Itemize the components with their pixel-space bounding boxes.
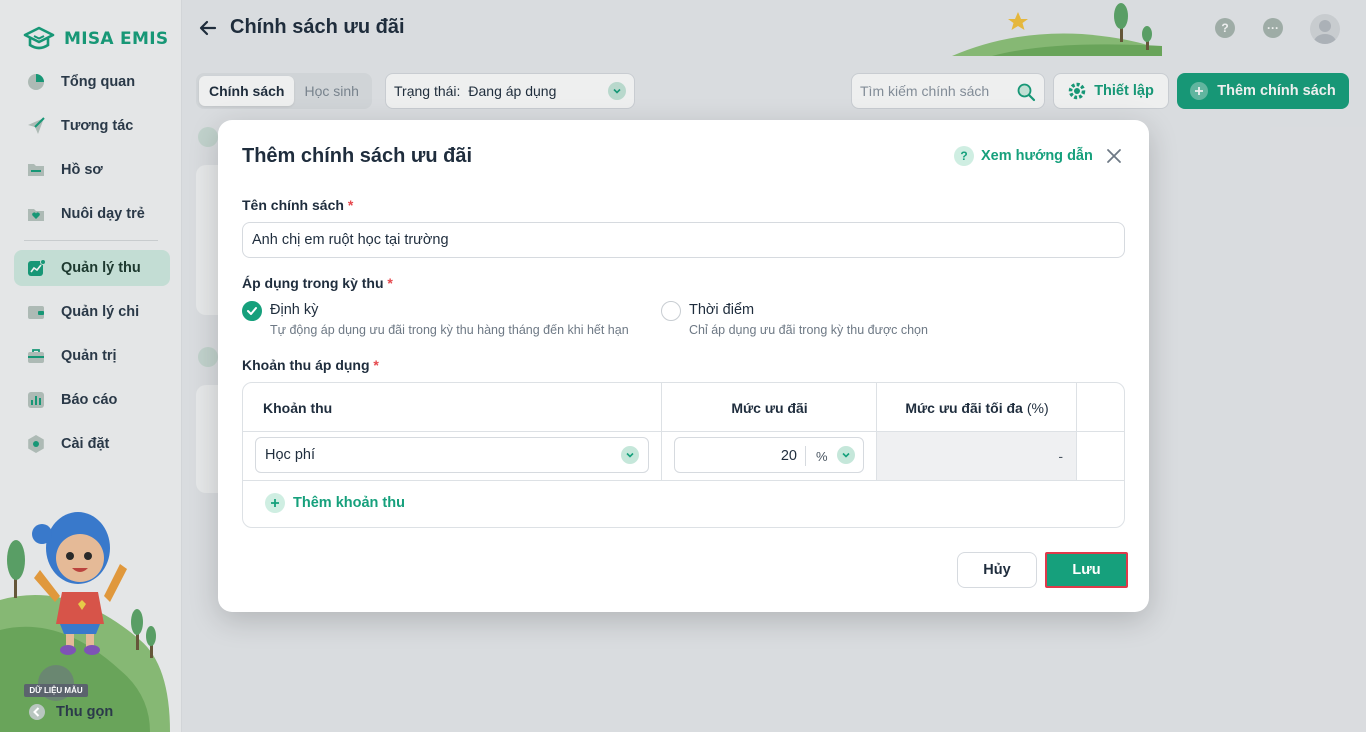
table-header-row: Khoản thu Mức ưu đãi Mức ưu đãi tối đa (… bbox=[243, 383, 1124, 432]
fee-select[interactable]: Học phí bbox=[255, 437, 649, 473]
required-mark: * bbox=[373, 357, 379, 373]
max-rate-cell: - bbox=[877, 432, 1077, 480]
rate-unit: % bbox=[816, 449, 828, 464]
view-guide-label: Xem hướng dẫn bbox=[981, 148, 1093, 164]
column-divider bbox=[661, 383, 662, 481]
rate-divider bbox=[805, 446, 806, 466]
close-icon[interactable] bbox=[1104, 146, 1124, 166]
applied-fees-table: Khoản thu Mức ưu đãi Mức ưu đãi tối đa (… bbox=[242, 382, 1125, 528]
add-fee-label: Thêm khoản thu bbox=[293, 495, 405, 511]
required-mark: * bbox=[387, 275, 393, 291]
radio-unchecked-icon[interactable] bbox=[661, 301, 681, 321]
max-rate-value: - bbox=[1058, 448, 1063, 464]
fee-select-value: Học phí bbox=[265, 447, 315, 463]
periodic-option-title: Định kỳ bbox=[270, 302, 319, 318]
required-mark: * bbox=[347, 197, 354, 213]
chevron-down-icon bbox=[621, 446, 639, 464]
plus-icon bbox=[265, 493, 285, 513]
periodic-option-desc: Tự động áp dụng ưu đãi trong kỳ thu hàng… bbox=[270, 323, 629, 337]
column-header-max-rate: Mức ưu đãi tối đa (%) bbox=[877, 383, 1077, 432]
discount-rate-input[interactable]: 20 % bbox=[674, 437, 864, 473]
max-rate-header-text: Mức ưu đãi tối đa bbox=[905, 399, 1023, 416]
question-icon: ? bbox=[954, 146, 974, 166]
view-guide-link[interactable]: ? Xem hướng dẫn bbox=[954, 146, 1093, 166]
policy-name-label-text: Tên chính sách bbox=[242, 197, 344, 213]
apply-period-label: Áp dụng trong kỳ thu * bbox=[242, 275, 393, 291]
column-header-rate: Mức ưu đãi bbox=[731, 399, 808, 416]
column-divider bbox=[876, 383, 877, 481]
applied-fees-label: Khoản thu áp dụng * bbox=[242, 357, 379, 373]
collapse-sidebar-button[interactable]: Thu gọn bbox=[28, 703, 113, 721]
sample-badge-label: DỮ LIỆU MẪU bbox=[24, 684, 88, 697]
applied-fees-label-text: Khoản thu áp dụng bbox=[242, 357, 370, 373]
radio-checked-icon[interactable] bbox=[242, 301, 262, 321]
point-in-time-radio-option[interactable]: Thời điểm Chỉ áp dụng ưu đãi trong kỳ th… bbox=[661, 301, 928, 337]
collapse-icon bbox=[29, 704, 45, 720]
policy-name-label: Tên chính sách * bbox=[242, 197, 353, 213]
column-divider bbox=[1076, 383, 1077, 481]
point-in-time-option-title: Thời điểm bbox=[689, 302, 755, 318]
add-policy-dialog: Thêm chính sách ưu đãi ? Xem hướng dẫn T… bbox=[218, 120, 1149, 612]
periodic-radio-option[interactable]: Định kỳ Tự động áp dụng ưu đãi trong kỳ … bbox=[242, 301, 629, 337]
add-fee-button[interactable]: Thêm khoản thu bbox=[265, 493, 405, 513]
apply-period-label-text: Áp dụng trong kỳ thu bbox=[242, 275, 384, 291]
unit-chevron-down-icon[interactable] bbox=[837, 446, 855, 464]
discount-rate-value: 20 bbox=[780, 448, 797, 464]
dialog-title: Thêm chính sách ưu đãi bbox=[242, 145, 473, 167]
collapse-label: Thu gọn bbox=[56, 704, 114, 720]
table-row: Học phí 20 % - bbox=[243, 432, 1124, 481]
column-header-fee: Khoản thu bbox=[263, 399, 333, 416]
policy-name-input[interactable] bbox=[242, 222, 1125, 258]
cancel-button[interactable]: Hủy bbox=[957, 552, 1037, 588]
save-button[interactable]: Lưu bbox=[1045, 552, 1128, 588]
point-in-time-option-desc: Chỉ áp dụng ưu đãi trong kỳ thu được chọ… bbox=[689, 323, 928, 337]
max-rate-header-unit: (%) bbox=[1026, 399, 1049, 416]
sample-data-badge: DỮ LIỆU MẪU bbox=[24, 665, 88, 703]
